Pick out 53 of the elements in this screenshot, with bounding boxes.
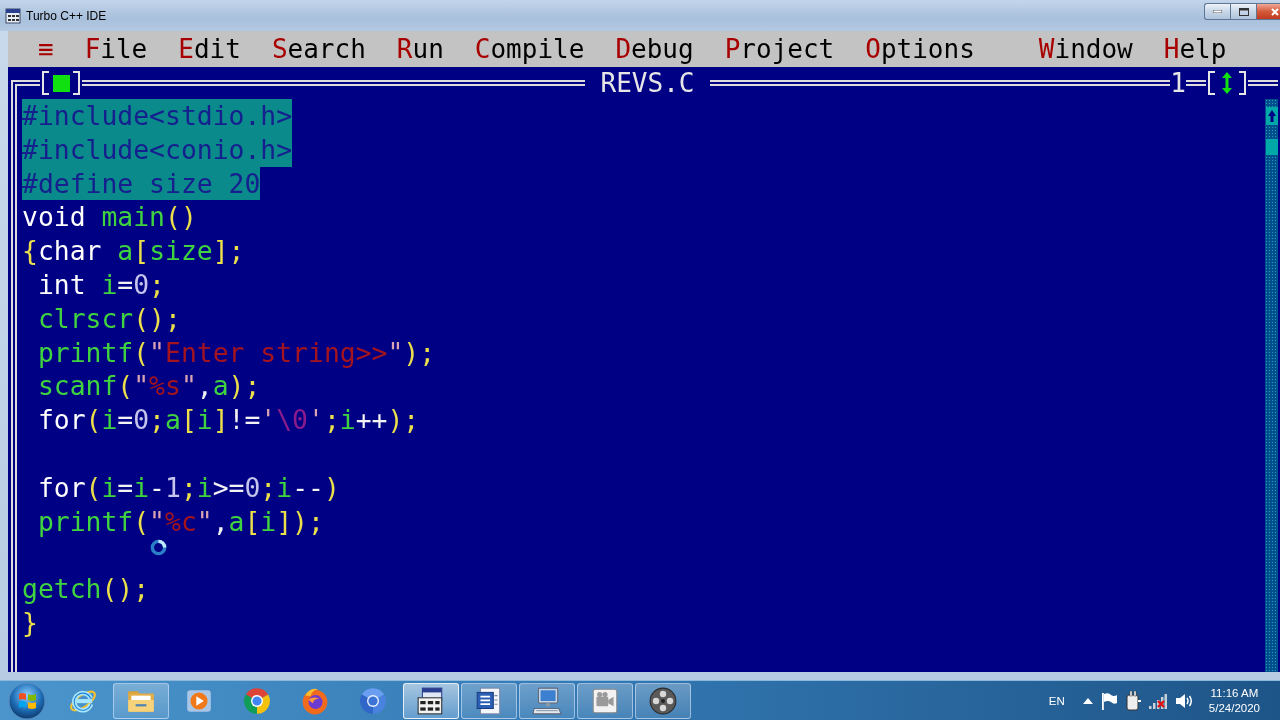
code-line: } [22,605,38,640]
code-line: int i=0; [37,268,165,302]
minimize-icon [1213,10,1222,13]
menu-item[interactable]: Search [271,33,366,65]
code-line: scanf("%s",a); [37,369,261,404]
up-down-arrow-icon [1222,72,1232,94]
window-close-button[interactable] [40,69,82,97]
menu-item[interactable]: File [84,33,148,65]
menu-item[interactable]: Window [1038,33,1133,65]
menu-item[interactable]: Run [396,33,444,65]
zoom-button[interactable] [1206,69,1248,97]
menu-item[interactable]: Help [1163,33,1227,65]
signal-bars-icon[interactable] [1148,692,1167,709]
menu-item[interactable]: Debug [615,33,694,65]
up-arrow-icon[interactable] [1082,697,1093,704]
window-title: Turbo C++ IDE [26,8,107,23]
code-line: printf("%c",a[i]); [37,504,324,539]
flag-icon[interactable] [1100,691,1117,710]
film-reel-icon[interactable] [648,685,678,716]
vertical-scrollbar[interactable] [1265,99,1278,672]
close-icon [1271,7,1279,16]
maximize-button[interactable] [1230,3,1256,20]
scroll-arrow-icon[interactable] [1265,107,1278,125]
taskbar-button[interactable] [635,682,691,719]
menu-item[interactable]: Edit [178,33,241,65]
system-menu-button[interactable]: ≡ [38,33,54,65]
segmented-circle-icon[interactable] [358,685,388,716]
taskbar-button[interactable] [461,682,517,719]
minimize-button[interactable] [1204,3,1230,20]
clock-date[interactable]: 5/24/2020 [1208,700,1260,716]
code-line: for(i=0;a[i]!='\0';i++); [37,403,420,437]
grid-window-icon [5,7,21,24]
code-line: for(i=i-1;i>=0;i--) [37,470,340,505]
speaker-icon[interactable] [1174,692,1193,709]
square-icon [52,74,70,92]
code-line: void main() [22,200,197,235]
code-line: getch(); [22,572,150,606]
language-indicator[interactable]: EN [1048,694,1065,707]
scroll-thumb[interactable] [1265,139,1278,155]
close-button[interactable] [1256,3,1280,20]
clock-time[interactable]: 11:16 AM [1210,685,1259,701]
menu-item[interactable]: Options [865,33,975,65]
code-line: {char a[size]; [22,234,245,268]
menu-item[interactable]: Compile [474,33,585,65]
maximize-icon [1238,7,1249,16]
segmented-circle-icon[interactable] [242,685,272,716]
code-line: printf("Enter string>>"); [37,335,436,370]
start-orb-icon[interactable] [8,681,46,720]
power-plug-icon[interactable] [1124,690,1141,711]
busy-cursor-icon [150,539,167,556]
computer-keyboard-icon[interactable] [532,685,562,716]
menu-item[interactable]: Project [724,33,835,65]
code-line: clrscr(); [37,301,181,336]
